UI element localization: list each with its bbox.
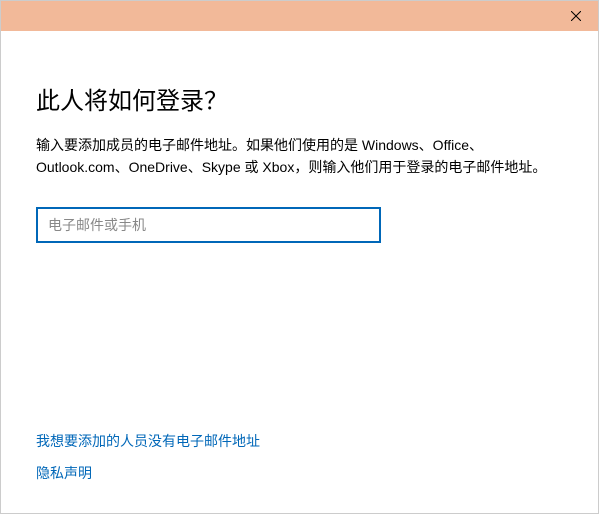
page-title: 此人将如何登录？ — [36, 81, 563, 116]
titlebar — [1, 1, 598, 31]
spacer — [36, 243, 563, 431]
content-area: 此人将如何登录？ 输入要添加成员的电子邮件地址。如果他们使用的是 Windows… — [1, 31, 598, 513]
close-button[interactable] — [554, 1, 598, 31]
email-input[interactable] — [36, 207, 381, 243]
footer-links: 我想要添加的人员没有电子邮件地址 隐私声明 — [36, 431, 563, 483]
description-text: 输入要添加成员的电子邮件地址。如果他们使用的是 Windows、Office、O… — [36, 134, 563, 179]
no-email-link[interactable]: 我想要添加的人员没有电子邮件地址 — [36, 431, 260, 451]
close-icon — [571, 11, 581, 21]
privacy-link[interactable]: 隐私声明 — [36, 463, 92, 483]
